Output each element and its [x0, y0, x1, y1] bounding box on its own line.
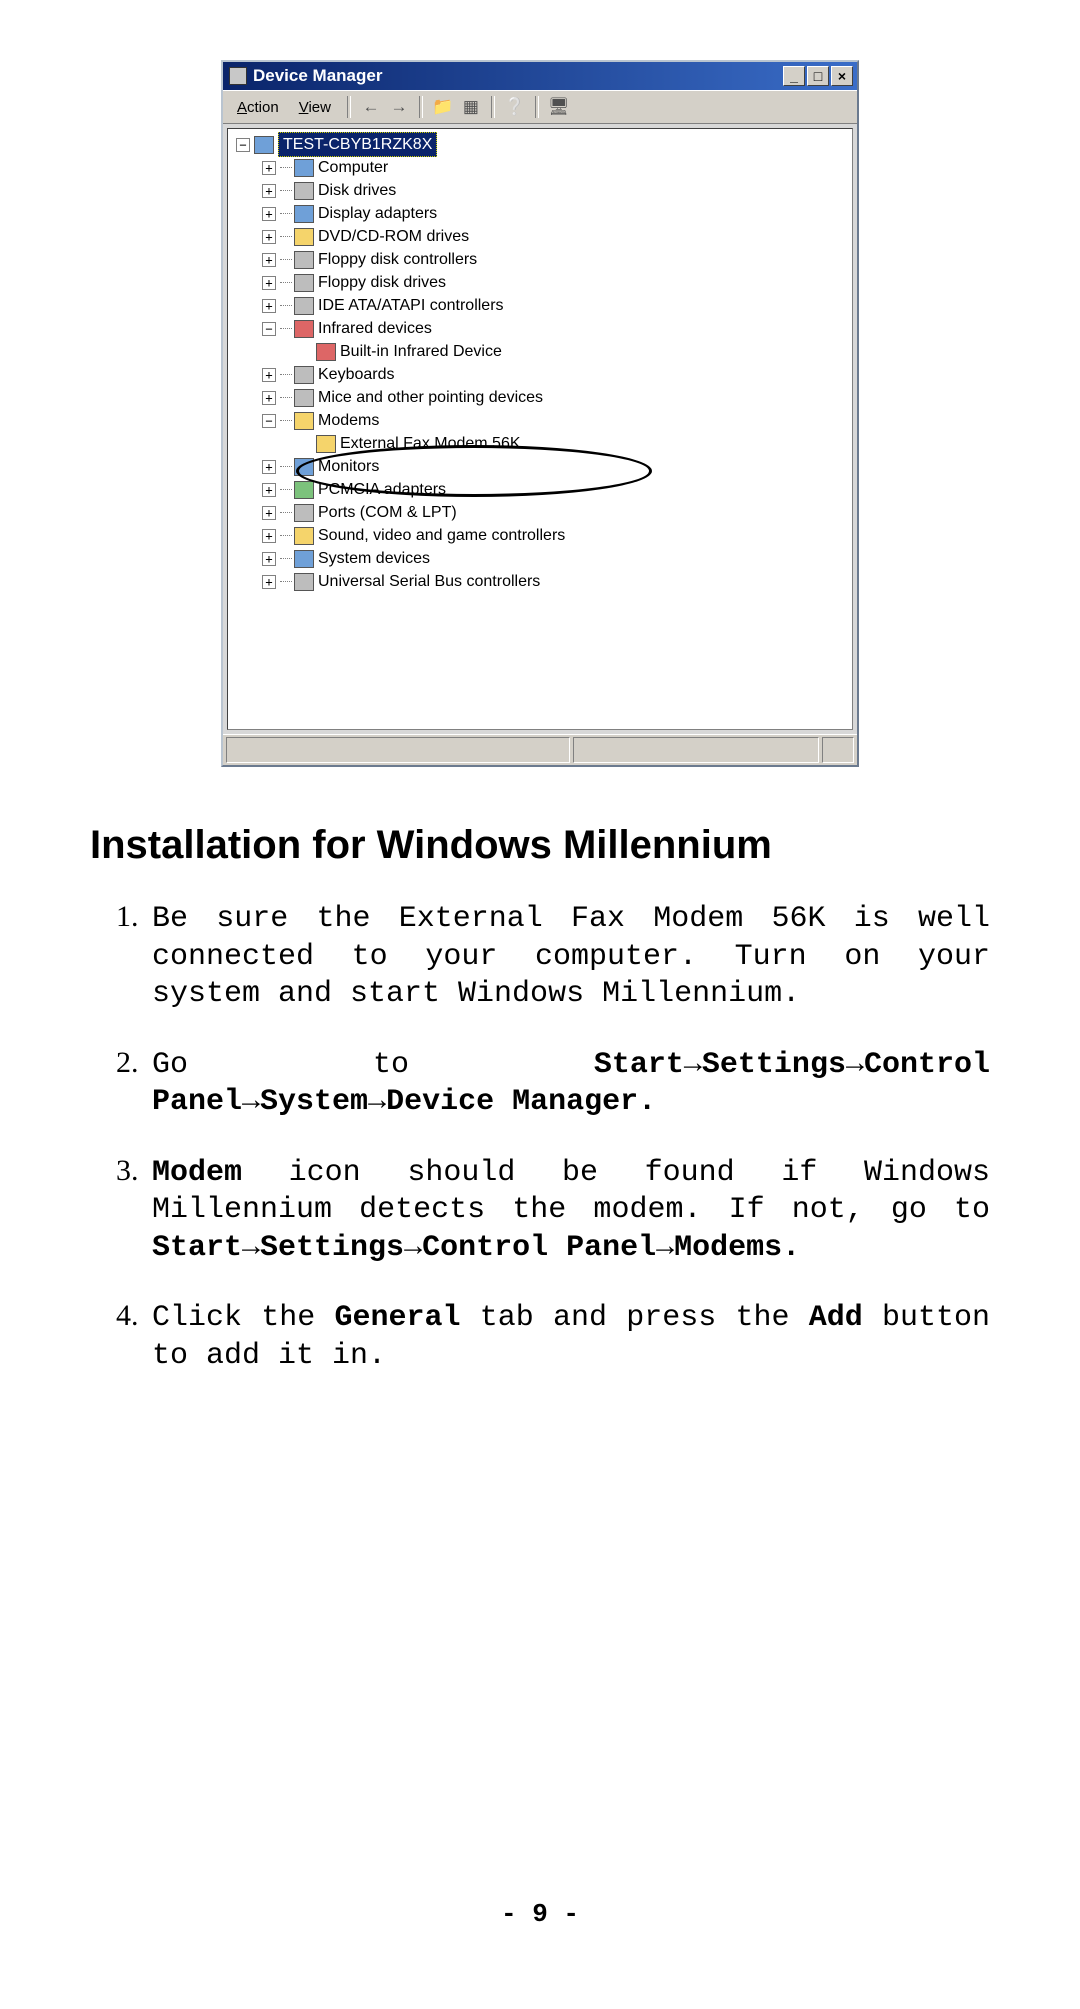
step-1: Be sure the External Fax Modem 56K is we…: [146, 898, 990, 1014]
maximize-button[interactable]: □: [807, 66, 829, 86]
section-heading: Installation for Windows Millennium: [90, 823, 990, 868]
tree-item-system-devices[interactable]: +System devices: [234, 547, 846, 570]
tree-item-display-adapters[interactable]: +Display adapters: [234, 202, 846, 225]
tree-item-infrared-child[interactable]: Built-in Infrared Device: [234, 340, 846, 363]
step-4: Click the General tab and press the Add …: [146, 1297, 990, 1375]
statusbar: [223, 734, 857, 765]
tree-item-ports[interactable]: +Ports (COM & LPT): [234, 501, 846, 524]
tree-item-sound[interactable]: +Sound, video and game controllers: [234, 524, 846, 547]
tree-item-monitors[interactable]: +Monitors: [234, 455, 846, 478]
window-titlebar: Device Manager _ □ ×: [223, 62, 857, 90]
minimize-button[interactable]: _: [783, 66, 805, 86]
tree-item-computer[interactable]: +Computer: [234, 156, 846, 179]
back-icon[interactable]: ←: [359, 96, 383, 118]
app-icon: [229, 67, 247, 85]
page-number: - 9 -: [0, 1899, 1080, 1929]
tree-item-modems[interactable]: −Modems: [234, 409, 846, 432]
close-button[interactable]: ×: [831, 66, 853, 86]
device-manager-screenshot: Device Manager _ □ × Action View ← → 📁 ▦: [90, 60, 990, 767]
tree-item-floppy-drives[interactable]: +Floppy disk drives: [234, 271, 846, 294]
tree-item-pcmcia[interactable]: +PCMCIA adapters: [234, 478, 846, 501]
computer-icon[interactable]: 🖥: [547, 96, 571, 118]
tree-item-keyboards[interactable]: +Keyboards: [234, 363, 846, 386]
properties-icon[interactable]: ▦: [459, 96, 483, 118]
tree-item-ide-controllers[interactable]: +IDE ATA/ATAPI controllers: [234, 294, 846, 317]
tree-item-usb[interactable]: +Universal Serial Bus controllers: [234, 570, 846, 593]
step-3: Modem icon should be found if Windows Mi…: [146, 1152, 990, 1268]
tree-root[interactable]: − TEST-CBYB1RZK8X: [234, 133, 846, 156]
tree-panel: − TEST-CBYB1RZK8X +Computer +Disk drives…: [227, 128, 853, 730]
menu-view[interactable]: View: [291, 97, 339, 118]
tree-item-infrared[interactable]: −Infrared devices: [234, 317, 846, 340]
forward-icon[interactable]: →: [387, 96, 411, 118]
tree-item-modem-child[interactable]: External Fax Modem 56K: [234, 432, 846, 455]
menu-action[interactable]: Action: [229, 97, 287, 118]
device-manager-window: Device Manager _ □ × Action View ← → 📁 ▦: [221, 60, 859, 767]
tree-item-dvd-drives[interactable]: +DVD/CD-ROM drives: [234, 225, 846, 248]
help-icon[interactable]: ❔: [503, 96, 527, 118]
step-2: Go to Start→Settings→Control Panel→Syste…: [146, 1044, 990, 1122]
tree-item-mice[interactable]: +Mice and other pointing devices: [234, 386, 846, 409]
instruction-list: Be sure the External Fax Modem 56K is we…: [90, 898, 990, 1375]
folder-icon[interactable]: 📁: [431, 96, 455, 118]
window-title: Device Manager: [253, 66, 382, 86]
toolbar: Action View ← → 📁 ▦ ❔ 🖥: [223, 90, 857, 124]
tree-item-disk-drives[interactable]: +Disk drives: [234, 179, 846, 202]
root-label: TEST-CBYB1RZK8X: [278, 132, 437, 157]
tree-item-floppy-controllers[interactable]: +Floppy disk controllers: [234, 248, 846, 271]
